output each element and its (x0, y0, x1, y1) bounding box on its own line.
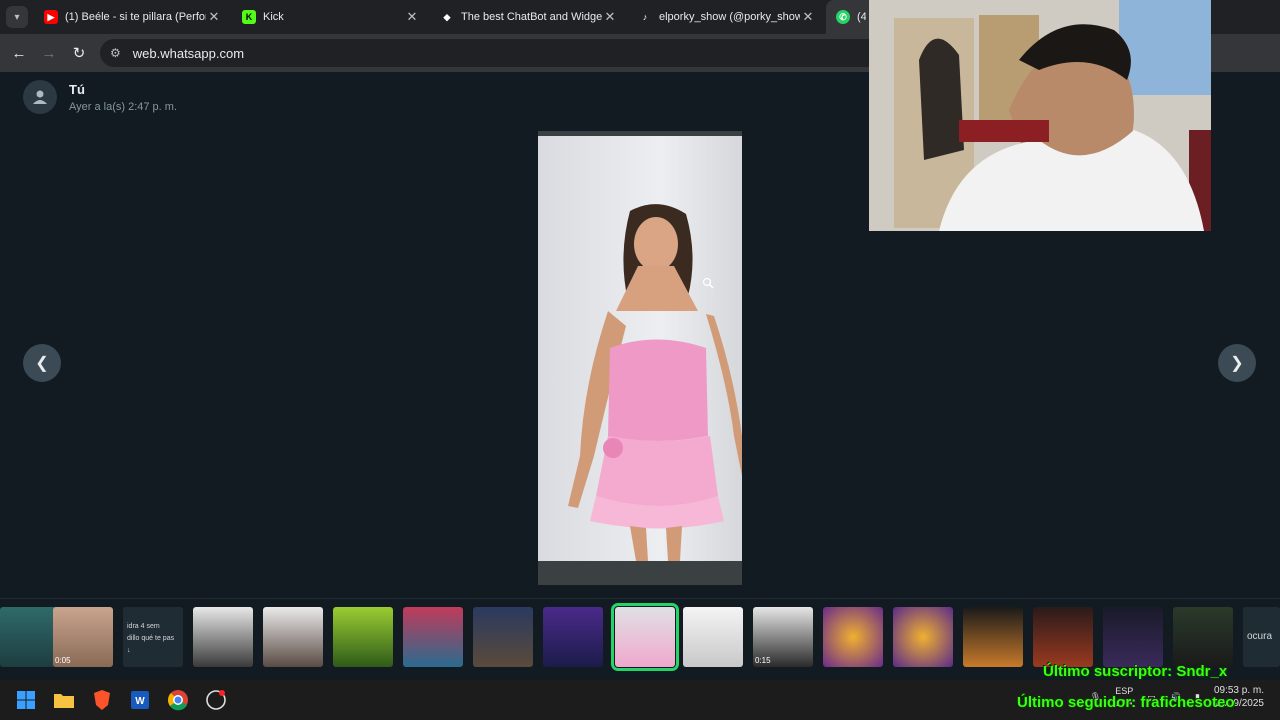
thumbnail[interactable] (193, 607, 253, 667)
brave-browser-icon[interactable] (90, 688, 114, 712)
tab-title: (1) Beéle - si te pillara (Performa (65, 11, 206, 23)
back-arrow-icon[interactable]: ← (4, 38, 34, 68)
thumbnail[interactable] (473, 607, 533, 667)
thumbnail[interactable] (0, 607, 60, 667)
thumbnail-text[interactable]: idra 4 sem dillo qué te pas ↓ (123, 607, 183, 667)
thumbnail[interactable] (1033, 607, 1093, 667)
reload-icon[interactable]: ↻ (64, 38, 94, 68)
tab-title: (41) (857, 11, 866, 23)
thumbnail-text[interactable]: ocura (1243, 607, 1280, 667)
video-duration: 0:15 (755, 656, 771, 665)
media-photo[interactable] (538, 136, 742, 561)
tab-title: elporky_show (@porky_showofi (659, 11, 800, 23)
site-info-icon[interactable]: ⚙ (110, 46, 121, 60)
text-line: dillo qué te pas (127, 635, 175, 642)
thumbnail-video[interactable]: 0:05 (53, 607, 113, 667)
chrome-icon[interactable] (166, 688, 190, 712)
url-text: web.whatsapp.com (132, 45, 245, 61)
svg-text:W: W (135, 696, 145, 707)
close-icon[interactable]: ✕ (800, 9, 816, 25)
tab-tiktok[interactable]: ♪ elporky_show (@porky_showofi ✕ (628, 0, 826, 34)
thumbnail[interactable] (963, 607, 1023, 667)
thumbnail-selected[interactable] (611, 603, 679, 671)
webcam-feed (869, 0, 1211, 231)
sender-name: Tú (69, 82, 85, 97)
message-timestamp: Ayer a la(s) 2:47 p. m. (69, 101, 178, 113)
last-subscriber-label: Último suscriptor: Sndr_x (1043, 663, 1228, 680)
whatsapp-icon: ✆ (836, 10, 850, 24)
thumbnail[interactable] (403, 607, 463, 667)
youtube-icon: ▶ (44, 10, 58, 24)
tab-youtube[interactable]: ▶ (1) Beéle - si te pillara (Performa ✕ (34, 0, 232, 34)
close-icon[interactable]: ✕ (206, 9, 222, 25)
address-bar[interactable]: ⚙ web.whatsapp.com (100, 39, 900, 67)
thumbnail[interactable] (333, 607, 393, 667)
last-follower-label: Último seguidor: frafichesoteo (1017, 694, 1235, 711)
kick-icon: K (242, 10, 256, 24)
thumbnail[interactable] (543, 607, 603, 667)
word-icon[interactable]: W (128, 688, 152, 712)
close-icon[interactable]: ✕ (602, 9, 618, 25)
text-line: ↓ (127, 647, 131, 654)
video-duration: 0:05 (55, 656, 71, 665)
streamelements-icon: ◆ (440, 10, 454, 24)
close-icon[interactable]: ✕ (404, 9, 420, 25)
thumbnail[interactable] (683, 607, 743, 667)
tiktok-icon: ♪ (638, 10, 652, 24)
thumbnail-text-content: ocura (1247, 631, 1273, 642)
tab-streamelements[interactable]: ◆ The best ChatBot and Widgets ✕ (430, 0, 628, 34)
forward-arrow-icon[interactable]: → (34, 38, 64, 68)
webcam-overlay (869, 0, 1211, 231)
thumbnail[interactable] (1173, 607, 1233, 667)
thumbnail-sticker[interactable] (823, 607, 883, 667)
thumbnail[interactable] (1103, 607, 1163, 667)
avatar (23, 80, 57, 114)
person-icon (33, 90, 47, 104)
obs-icon[interactable] (204, 688, 228, 712)
windows-start-icon[interactable] (14, 688, 38, 712)
tab-title: Kick (263, 11, 284, 23)
thumbnail[interactable] (263, 607, 323, 667)
file-explorer-icon[interactable] (52, 688, 76, 712)
thumbnail-video[interactable]: 0:15 (753, 607, 813, 667)
photo-woman-pink-dress (568, 204, 742, 561)
previous-media-button[interactable]: ❮ (23, 344, 61, 382)
zoom-cursor-icon (702, 276, 714, 294)
media-viewer (538, 131, 742, 585)
thumbnail-text-content: idra 4 sem dillo qué te pas ↓ (127, 621, 181, 657)
thumbnail-sticker[interactable] (893, 607, 953, 667)
tab-search-button[interactable]: ▾ (6, 6, 28, 28)
tab-title: The best ChatBot and Widgets (461, 11, 602, 23)
text-line: idra 4 sem (127, 623, 160, 630)
next-media-button[interactable]: ❯ (1218, 344, 1256, 382)
tab-kick[interactable]: K Kick ✕ (232, 0, 430, 34)
